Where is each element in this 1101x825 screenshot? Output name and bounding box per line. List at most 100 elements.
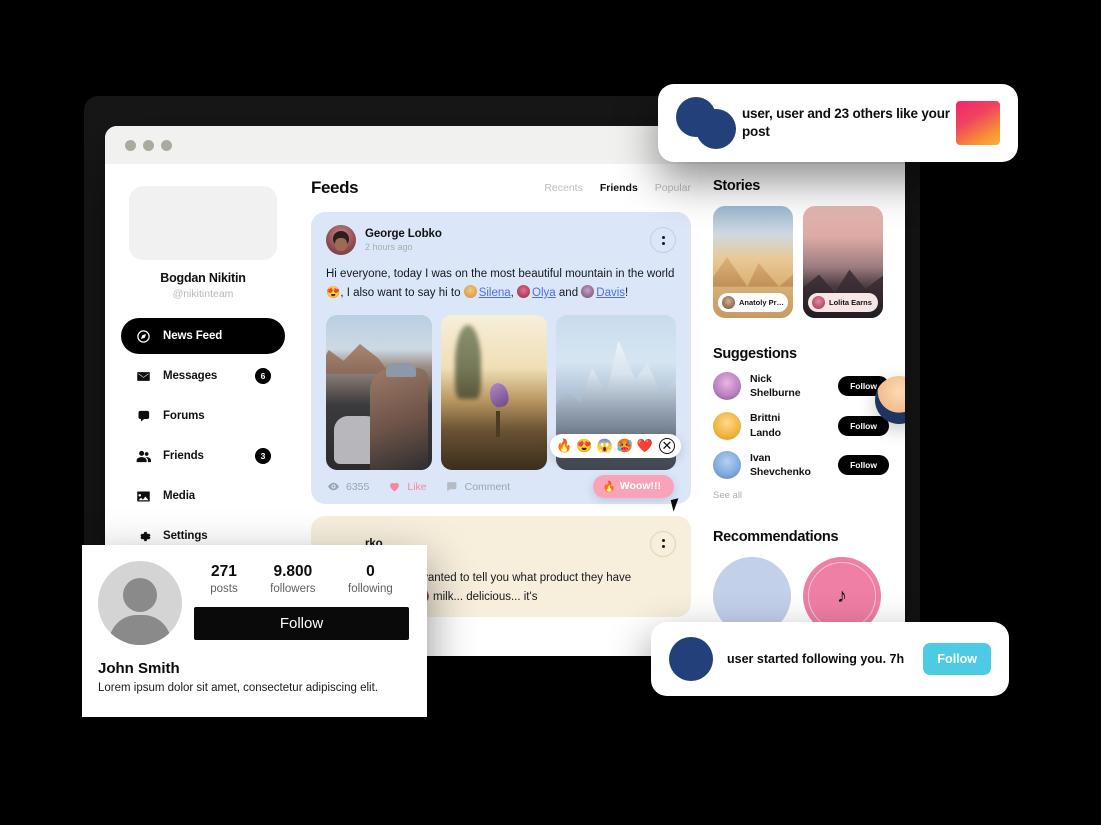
feed-tabs: Recents Friends Popular xyxy=(544,182,691,194)
suggestions-list: Nick Shelburne Follow Brittni Lando Foll… xyxy=(713,372,889,501)
comment-icon xyxy=(445,480,459,494)
post-more-icon[interactable] xyxy=(650,227,676,253)
maximize-icon[interactable] xyxy=(161,139,172,151)
story-item[interactable]: Lolita Earns xyxy=(803,206,883,318)
suggestion-last-name: Lando xyxy=(750,426,781,439)
followers-count: 9.800 xyxy=(273,563,313,580)
following-count: 0 xyxy=(366,563,375,580)
music-note-icon: ♪ xyxy=(837,584,847,607)
sidebar-item-friends[interactable]: Friends 3 xyxy=(121,438,285,474)
sidebar-item-label: Messages xyxy=(163,370,218,382)
post-timestamp: 2 hours ago xyxy=(365,242,413,252)
reaction-picker[interactable]: 🔥 😍 😱 🥵 ❤️ ✕ xyxy=(550,433,681,458)
post-header: George Lobko 2 hours ago xyxy=(326,225,676,255)
woow-reaction-button[interactable]: 🔥 Woow!!! xyxy=(592,474,682,512)
avatar xyxy=(722,296,735,309)
heart-icon xyxy=(387,480,401,494)
sidebar-item-label: Media xyxy=(163,490,196,502)
avatar-stack xyxy=(676,97,742,149)
avatar xyxy=(98,561,182,645)
suggestion-last-name: Shevchenko xyxy=(750,465,811,478)
post-text-sep: , xyxy=(510,286,518,299)
views-count: 6355 xyxy=(346,480,370,493)
mention-link-davis[interactable]: Davis xyxy=(596,287,625,299)
eye-icon xyxy=(326,480,340,494)
post-card: George Lobko 2 hours ago Hi everyone, to… xyxy=(311,212,691,512)
stories-list: Anatoly Pr… Lolita Earns xyxy=(713,206,889,318)
gear-icon xyxy=(135,528,152,545)
reaction-fire[interactable]: 🔥 xyxy=(556,439,572,452)
minimize-icon[interactable] xyxy=(143,139,154,151)
followers-label: followers xyxy=(270,583,316,595)
views-counter: 6355 xyxy=(326,480,369,494)
avatar xyxy=(326,225,356,255)
post-author: George Lobko xyxy=(365,228,442,240)
suggestion-name: Nick Shelburne xyxy=(750,372,801,400)
follow-button[interactable]: Follow xyxy=(923,643,991,675)
feed-header: Feeds Recents Friends Popular xyxy=(311,178,691,198)
mention-link-silena[interactable]: Silena xyxy=(479,287,511,299)
compass-icon xyxy=(135,328,152,345)
mention-avatar xyxy=(517,284,531,298)
image-icon xyxy=(135,488,152,505)
close-icon[interactable] xyxy=(125,139,136,151)
stat-following: 0 following xyxy=(348,563,393,595)
reaction-scream[interactable]: 😱 xyxy=(596,439,612,452)
post-more-icon[interactable] xyxy=(650,530,676,557)
story-author: Lolita Earns xyxy=(829,298,872,307)
reaction-red-heart[interactable]: ❤️ xyxy=(637,439,653,452)
sidebar-profile-handle: @nikitinteam xyxy=(172,288,234,300)
likes-notification-card[interactable]: user, user and 23 others like your post xyxy=(658,84,1018,162)
comment-button[interactable]: Comment xyxy=(445,480,511,494)
suggestion-name: Ivan Shevchenko xyxy=(750,451,811,479)
list-item: Ivan Shevchenko Follow xyxy=(713,450,889,479)
post-image-flower[interactable] xyxy=(441,314,547,470)
posts-count: 271 xyxy=(211,563,237,580)
sidebar-profile-name: Bogdan Nikitin xyxy=(160,271,246,285)
page-title: Feeds xyxy=(311,178,359,197)
sidebar-item-label: News Feed xyxy=(163,330,223,342)
follow-notification-card[interactable]: user started following you. 7h Follow xyxy=(651,622,1009,696)
profile-stats: 271 posts 9.800 followers 0 following xyxy=(194,561,409,595)
like-button[interactable]: Like xyxy=(387,480,427,494)
follow-notification-text: user started following you. 7h xyxy=(727,651,905,666)
list-item: Nick Shelburne Follow xyxy=(713,372,889,401)
recommendations-title: Recommendations xyxy=(713,529,839,546)
mouse-cursor xyxy=(670,498,682,512)
sidebar-item-news-feed[interactable]: News Feed xyxy=(121,318,285,354)
close-icon[interactable]: ✕ xyxy=(659,437,675,454)
suggestion-first-name: Ivan xyxy=(750,451,771,464)
follow-button[interactable]: Follow xyxy=(838,415,889,436)
reaction-heart-eyes[interactable]: 😍 xyxy=(576,439,592,452)
profile-name: John Smith xyxy=(98,660,180,677)
people-icon xyxy=(135,448,152,465)
avatar xyxy=(812,296,825,309)
comment-label: Comment xyxy=(464,480,511,493)
profile-cover-placeholder xyxy=(129,186,277,260)
see-all-link[interactable]: See all xyxy=(713,490,889,501)
tab-popular[interactable]: Popular xyxy=(655,182,691,194)
post-text-sep: and xyxy=(555,286,582,299)
reaction-partying[interactable]: 🥵 xyxy=(617,439,633,452)
stat-posts: 271 posts xyxy=(210,563,238,595)
post-thumbnail[interactable] xyxy=(956,101,1000,145)
tab-recents[interactable]: Recents xyxy=(544,182,583,194)
post-image-hikers[interactable] xyxy=(326,314,432,470)
profile-preview-card: 271 posts 9.800 followers 0 following Fo… xyxy=(82,545,427,717)
sidebar-item-messages[interactable]: Messages 6 xyxy=(121,358,285,394)
follow-button[interactable]: Follow xyxy=(194,607,409,640)
post-text-end: ! xyxy=(625,286,629,299)
avatar xyxy=(713,450,741,479)
suggestion-name: Brittni Lando xyxy=(750,411,781,439)
tab-friends[interactable]: Friends xyxy=(600,182,638,194)
chat-icon xyxy=(135,408,152,425)
follow-button[interactable]: Follow xyxy=(838,454,889,475)
sidebar-nav: News Feed Messages 6 Forums Friends 3 Me… xyxy=(121,318,285,554)
sidebar-item-label: Forums xyxy=(163,410,205,422)
mention-link-olya[interactable]: Olya xyxy=(532,287,556,299)
like-label: Like xyxy=(407,480,427,493)
sidebar-item-media[interactable]: Media xyxy=(121,478,285,514)
fire-icon: 🔥 xyxy=(602,480,616,493)
story-item[interactable]: Anatoly Pr… xyxy=(713,206,793,318)
sidebar-item-forums[interactable]: Forums xyxy=(121,398,285,434)
